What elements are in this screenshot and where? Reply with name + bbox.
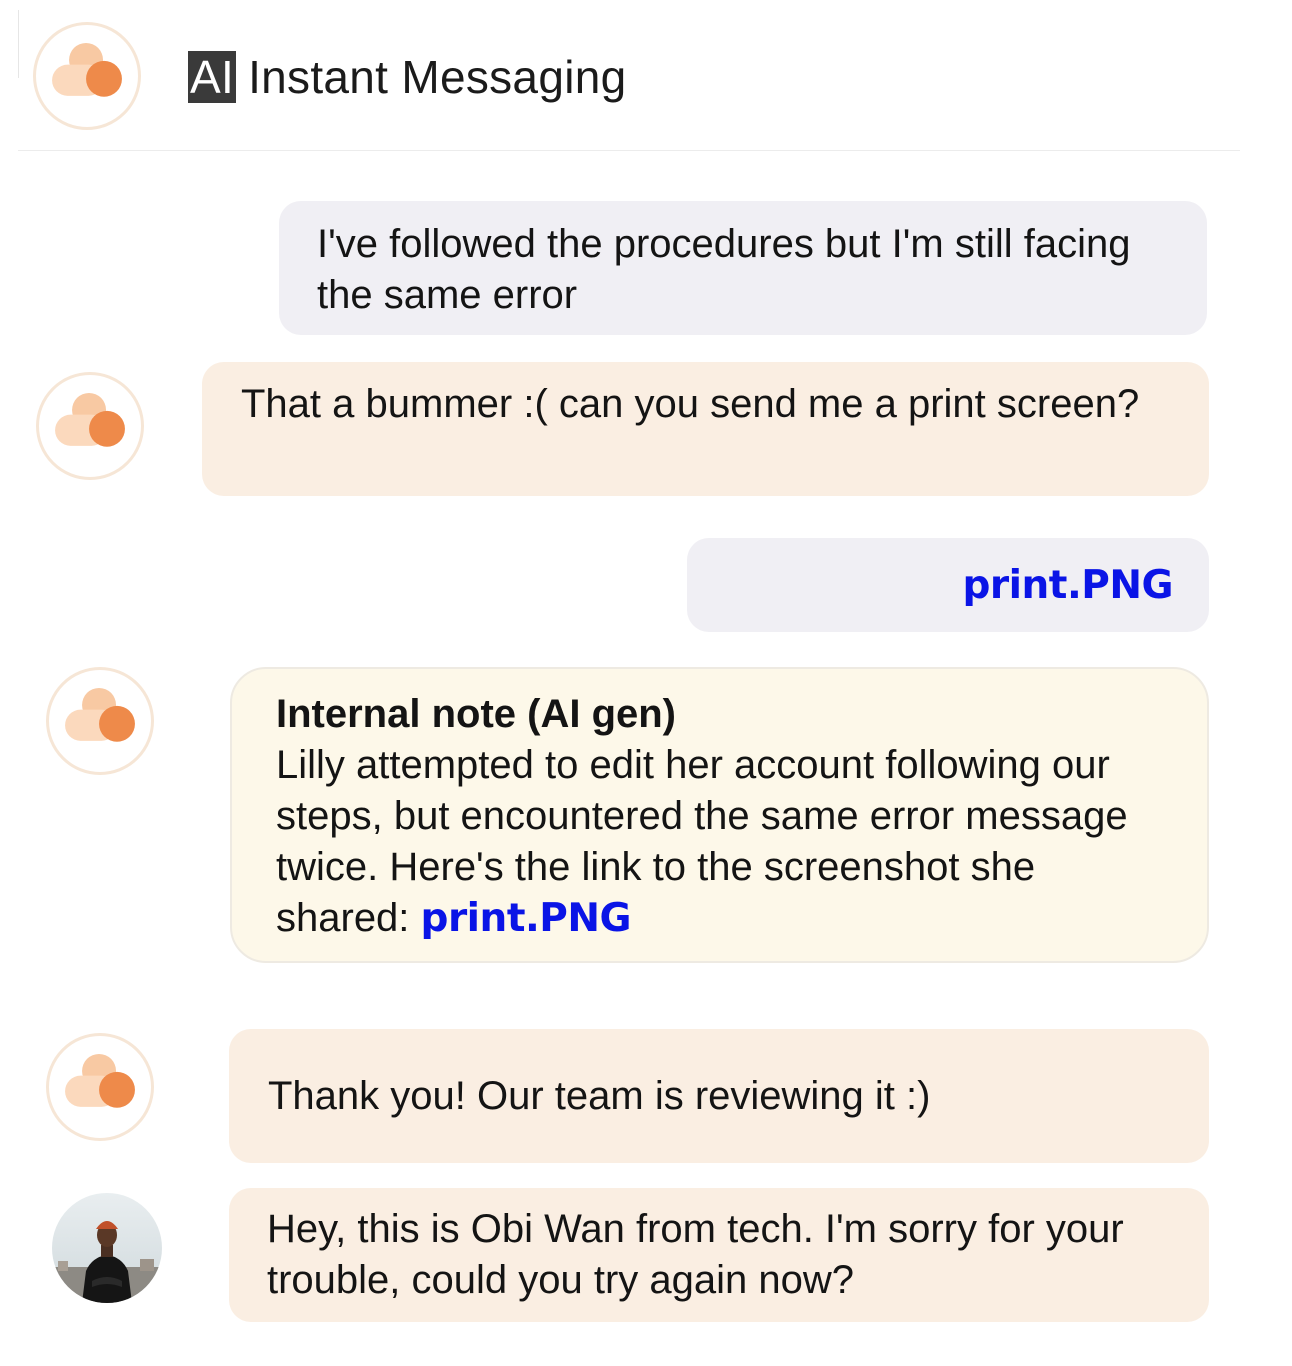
page-title-text: Instant Messaging bbox=[248, 51, 627, 103]
cloud-logo-icon bbox=[52, 42, 122, 97]
chat-header: AI Instant Messaging bbox=[18, 0, 1240, 151]
bot-avatar bbox=[46, 667, 154, 775]
internal-note-bubble: Internal note (AI gen) Lilly attempted t… bbox=[230, 667, 1209, 963]
internal-note-body: Lilly attempted to edit her account foll… bbox=[276, 740, 1177, 944]
user-message-bubble: I've followed the procedures but I'm sti… bbox=[279, 201, 1207, 335]
attachment-link[interactable]: print.PNG bbox=[963, 563, 1174, 608]
human-agent-avatar bbox=[52, 1193, 162, 1303]
attachment-bubble: print.PNG bbox=[687, 538, 1209, 632]
attachment-link[interactable]: print.PNG bbox=[421, 896, 632, 941]
person-photo-icon bbox=[52, 1193, 162, 1303]
ai-badge: AI bbox=[188, 51, 237, 103]
message-text: Lilly attempted to edit her account foll… bbox=[276, 743, 1128, 940]
human-agent-message-bubble: Hey, this is Obi Wan from tech. I'm sorr… bbox=[229, 1188, 1209, 1322]
bot-avatar bbox=[36, 372, 144, 480]
brand-avatar bbox=[33, 22, 141, 130]
header-divider bbox=[18, 10, 19, 78]
cloud-logo-icon bbox=[55, 392, 125, 447]
message-text: Hey, this is Obi Wan from tech. I'm sorr… bbox=[267, 1207, 1124, 1302]
cloud-logo-icon bbox=[65, 687, 135, 742]
message-text: Thank you! Our team is reviewing it :) bbox=[268, 1074, 931, 1118]
bot-avatar bbox=[46, 1033, 154, 1141]
message-text: I've followed the procedures but I'm sti… bbox=[317, 222, 1131, 317]
bot-message-bubble: That a bummer :( can you send me a print… bbox=[202, 362, 1209, 496]
cloud-logo-icon bbox=[65, 1053, 135, 1108]
page-title: AI Instant Messaging bbox=[188, 50, 627, 104]
bot-message-bubble: Thank you! Our team is reviewing it :) bbox=[229, 1029, 1209, 1163]
message-text: That a bummer :( can you send me a print… bbox=[241, 382, 1140, 426]
internal-note-title: Internal note (AI gen) bbox=[276, 692, 676, 736]
